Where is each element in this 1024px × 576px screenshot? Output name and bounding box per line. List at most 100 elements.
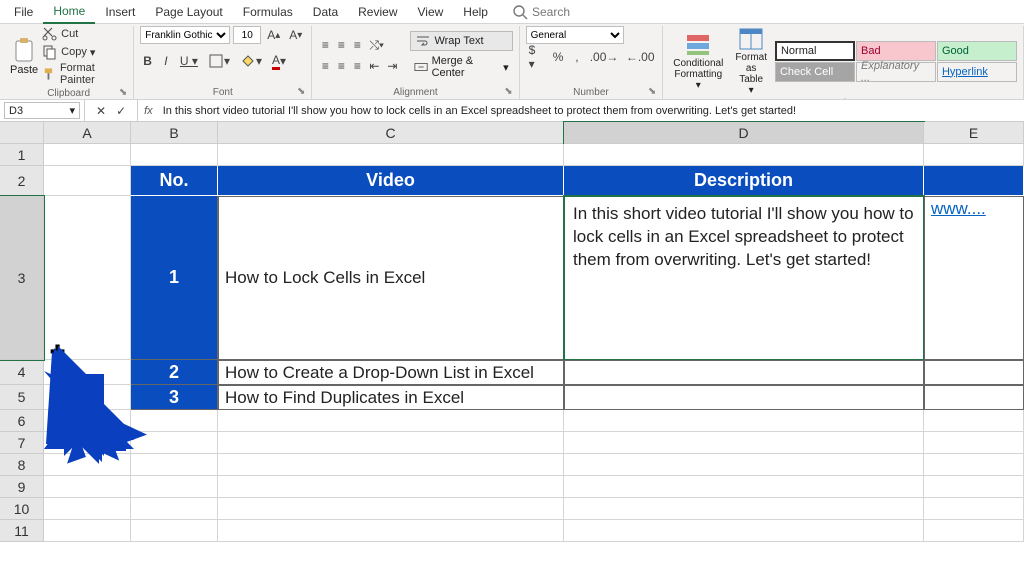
formula-input[interactable]: In this short video tutorial I'll show y… [159,105,1024,117]
tab-data[interactable]: Data [303,1,348,23]
tab-view[interactable]: View [408,1,454,23]
alignment-launcher[interactable]: ⬊ [504,86,512,97]
cell-a8[interactable] [44,454,131,476]
style-good[interactable]: Good [937,41,1017,61]
style-bad[interactable]: Bad [856,41,936,61]
row-header-10[interactable]: 10 [0,498,44,520]
cell-b7[interactable] [131,432,218,454]
cell-e4[interactable] [924,360,1024,385]
cell-e2[interactable] [924,166,1024,196]
style-hyperlink[interactable]: Hyperlink [937,62,1017,82]
cell-d6[interactable] [564,410,924,432]
number-format-select[interactable]: General [526,26,624,44]
row-header-3[interactable]: 3 [0,196,44,360]
cell-b9[interactable] [131,476,218,498]
cell-a4[interactable] [44,360,131,385]
increase-font-button[interactable]: A▴ [264,26,283,44]
decrease-font-button[interactable]: A▾ [286,26,305,44]
clipboard-launcher[interactable]: ⬊ [119,87,127,98]
cell-styles-gallery[interactable]: Normal Bad Good Check Cell Explanatory .… [775,41,1017,82]
cell-b1[interactable] [131,144,218,166]
cell-b2[interactable]: No. [131,166,218,196]
align-left-button[interactable]: ≡ [318,57,332,75]
cell-e5[interactable] [924,385,1024,410]
cell-e11[interactable] [924,520,1024,542]
cell-d11[interactable] [564,520,924,542]
row-header-11[interactable]: 11 [0,520,44,542]
align-middle-button[interactable]: ≡ [334,36,348,54]
wrap-text-button[interactable]: Wrap Text [410,31,512,51]
cell-a7[interactable] [44,432,131,454]
increase-decimal-button[interactable]: .00→ [588,48,620,66]
tab-formulas[interactable]: Formulas [233,1,303,23]
conditional-formatting-button[interactable]: Conditional Formatting ▾ [669,32,727,91]
underline-button[interactable]: U ▾ [177,52,201,70]
increase-indent-button[interactable]: ⇥ [384,57,400,75]
format-painter-button[interactable]: Format Painter [42,62,127,86]
col-header-e[interactable]: E [924,122,1024,144]
cell-e3[interactable]: www.... [924,196,1024,360]
cell-a1[interactable] [44,144,131,166]
style-check-cell[interactable]: Check Cell [775,62,855,82]
cell-d5[interactable] [564,385,924,410]
cell-a3[interactable] [44,196,131,360]
col-header-d[interactable]: D [564,122,924,144]
decrease-indent-button[interactable]: ⇤ [366,57,382,75]
cell-c11[interactable] [218,520,564,542]
cell-b10[interactable] [131,498,218,520]
cell-d4[interactable] [564,360,924,385]
cell-c5[interactable]: How to Find Duplicates in Excel [218,385,564,410]
row-header-2[interactable]: 2 [0,166,44,196]
cell-d3[interactable]: In this short video tutorial I'll show y… [564,196,924,360]
cancel-formula-button[interactable]: ✕ [93,102,109,120]
merge-center-button[interactable]: Merge & Center ▾ [410,54,512,80]
cell-d7[interactable] [564,432,924,454]
copy-button[interactable]: Copy ▾ [42,44,127,60]
row-header-4[interactable]: 4 [0,360,44,385]
col-header-c[interactable]: C [218,122,564,144]
align-top-button[interactable]: ≡ [318,36,332,54]
font-size-input[interactable] [233,26,261,44]
cell-b6[interactable] [131,410,218,432]
decrease-decimal-button[interactable]: ←.00 [624,48,656,66]
cell-b5[interactable]: 3 [131,385,218,410]
row-header-7[interactable]: 7 [0,432,44,454]
search-box[interactable]: Search [512,4,570,20]
cell-d2[interactable]: Description [564,166,924,196]
enter-formula-button[interactable]: ✓ [113,102,129,120]
cell-b4[interactable]: 2 [131,360,218,385]
align-right-button[interactable]: ≡ [350,57,364,75]
cell-d1[interactable] [564,144,924,166]
cell-a6[interactable] [44,410,131,432]
cell-c9[interactable] [218,476,564,498]
orientation-button[interactable]: ⤭▾ [366,36,387,54]
tab-help[interactable]: Help [453,1,498,23]
cell-c4[interactable]: How to Create a Drop-Down List in Excel [218,360,564,385]
row-header-9[interactable]: 9 [0,476,44,498]
row-header-6[interactable]: 6 [0,410,44,432]
cell-b8[interactable] [131,454,218,476]
cell-d10[interactable] [564,498,924,520]
cell-e7[interactable] [924,432,1024,454]
tab-review[interactable]: Review [348,1,407,23]
cell-b3[interactable]: 1 [131,196,218,360]
tab-insert[interactable]: Insert [95,1,145,23]
cell-e9[interactable] [924,476,1024,498]
cell-a9[interactable] [44,476,131,498]
align-bottom-button[interactable]: ≡ [350,36,364,54]
cell-a5[interactable] [44,385,131,410]
row-header-5[interactable]: 5 [0,385,44,410]
cut-button[interactable]: Cut [42,26,127,42]
cell-c8[interactable] [218,454,564,476]
percent-button[interactable]: % [550,48,566,66]
row-header-1[interactable]: 1 [0,144,44,166]
col-header-b[interactable]: B [131,122,218,144]
cell-c1[interactable] [218,144,564,166]
cell-c6[interactable] [218,410,564,432]
align-center-button[interactable]: ≡ [334,57,348,75]
tab-home[interactable]: Home [43,0,95,24]
font-name-select[interactable]: Franklin Gothic B [140,26,230,44]
paste-button[interactable]: Paste [10,37,38,76]
number-launcher[interactable]: ⬊ [648,86,656,97]
cell-e10[interactable] [924,498,1024,520]
